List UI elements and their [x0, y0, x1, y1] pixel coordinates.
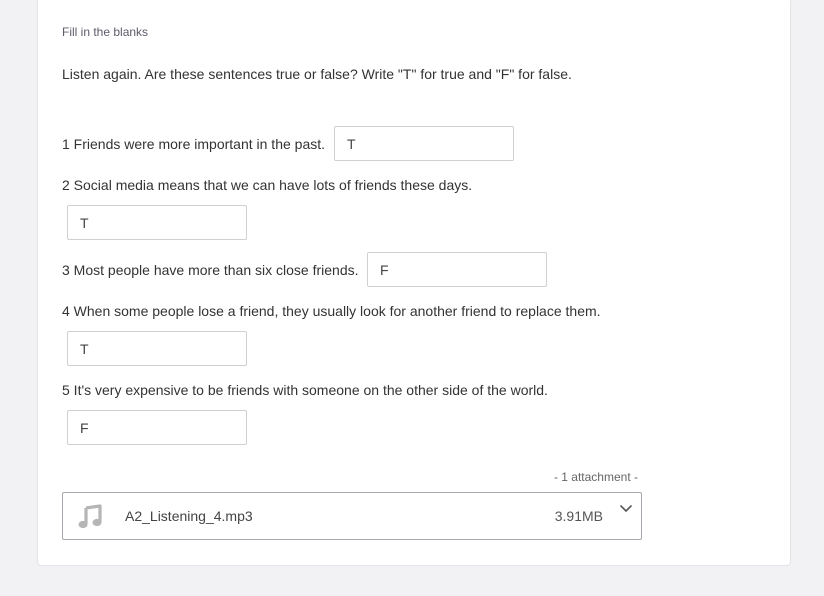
attachment-file-size: 3.91MB: [554, 508, 603, 524]
attachment-file-name: A2_Listening_4.mp3: [125, 508, 253, 524]
question-4-text: 4 When some people lose a friend, they u…: [62, 303, 601, 319]
question-1-answer-input[interactable]: [334, 126, 514, 161]
attachment-item[interactable]: A2_Listening_4.mp3 3.91MB: [62, 492, 642, 540]
question-3-answer-input[interactable]: [367, 252, 547, 287]
question-type-label: Fill in the blanks: [62, 25, 149, 39]
question-5-answer-input[interactable]: [67, 410, 247, 445]
question-2-text: 2 Social media means that we can have lo…: [62, 177, 473, 193]
question-card: Fill in the blanks Listen again. Are the…: [37, 0, 791, 566]
attachment-count-label: - 1 attachment -: [553, 470, 638, 484]
question-5-text: 5 It's very expensive to be friends with…: [62, 382, 548, 398]
question-4-answer-input[interactable]: [67, 331, 247, 366]
music-note-icon: [77, 504, 103, 530]
question-2-answer-input[interactable]: [67, 205, 247, 240]
question-1-text: 1 Friends were more important in the pas…: [62, 136, 326, 152]
instruction-text: Listen again. Are these sentences true o…: [62, 66, 572, 82]
chevron-down-icon[interactable]: [619, 501, 633, 512]
question-3-text: 3 Most people have more than six close f…: [62, 262, 359, 278]
